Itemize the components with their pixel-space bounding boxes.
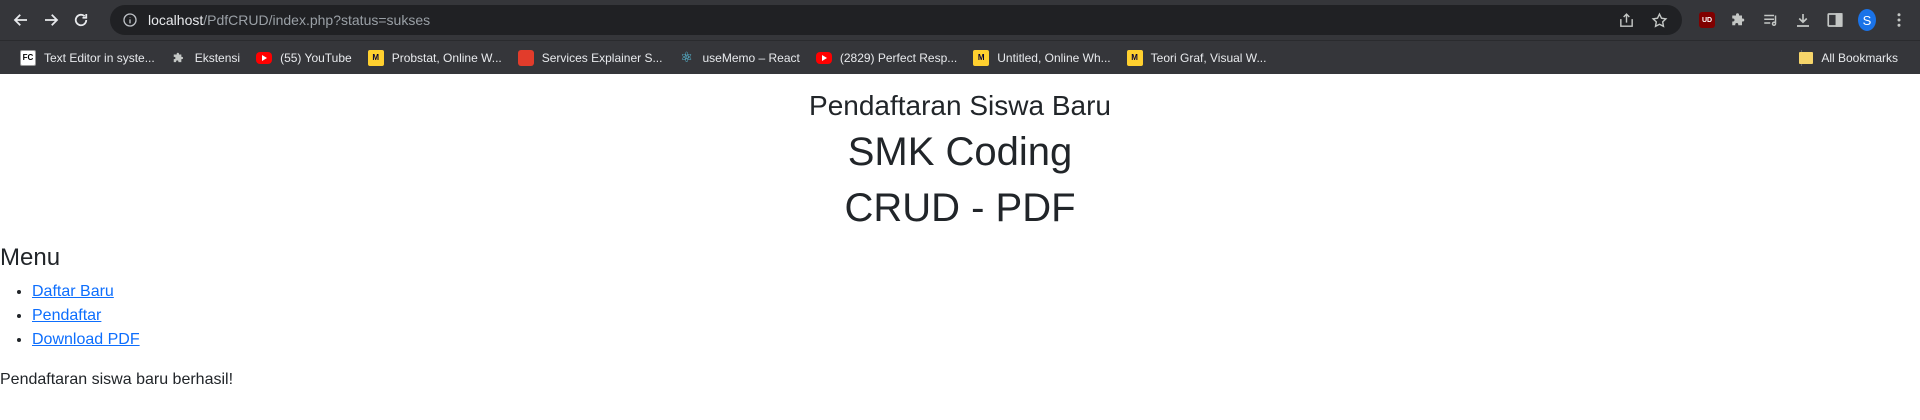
youtube-icon [815, 51, 832, 64]
list-item: Pendaftar [32, 304, 1920, 328]
bookmark-label: Text Editor in syste... [44, 50, 155, 65]
status-message: Pendaftaran siswa baru berhasil! [0, 371, 234, 388]
reload-icon [74, 13, 88, 27]
bookmark-label: (2829) Perfect Resp... [839, 50, 958, 65]
menu-heading: Menu [0, 244, 61, 271]
download-icon [1797, 14, 1809, 27]
bookmark-label: Ekstensi [194, 50, 241, 65]
menu-list: Daftar Baru Pendaftar Download PDF [0, 280, 1920, 352]
list-item: Daftar Baru [32, 280, 1920, 304]
extensions-area: UD S [1690, 0, 1920, 40]
back-button[interactable] [8, 7, 34, 33]
page-title: SMK Coding [847, 130, 1073, 174]
bookmark-item[interactable]: (55) YouTube [248, 45, 360, 71]
bookmarks-bar: FC Text Editor in syste... Ekstensi (55) … [0, 40, 1920, 74]
bookmark-label: Services Explainer S... [541, 50, 663, 65]
extensions-button[interactable] [1730, 11, 1748, 29]
bookmark-item[interactable]: (2829) Perfect Resp... [808, 45, 965, 71]
bookmark-label: Teori Graf, Visual W... [1150, 50, 1267, 65]
bookmark-item[interactable]: M Untitled, Online Wh... [965, 45, 1118, 71]
all-bookmarks-button[interactable]: All Bookmarks [1791, 45, 1906, 71]
page-content: Pendaftaran Siswa Baru SMK Coding CRUD -… [0, 88, 1920, 420]
side-panel-icon [1827, 13, 1843, 27]
daftar-baru-link[interactable]: Daftar Baru [32, 283, 114, 300]
miro-icon: M [973, 49, 990, 66]
miro-icon: M [1126, 49, 1143, 66]
bookmark-label: Probstat, Online W... [391, 50, 502, 65]
bookmark-item[interactable]: FC Text Editor in syste... [12, 45, 163, 71]
side-panel-button[interactable] [1826, 11, 1844, 29]
bookmark-label: Untitled, Online Wh... [997, 50, 1111, 65]
ublock-icon: UD [1699, 12, 1715, 28]
youtube-icon [256, 51, 273, 64]
browser-toolbar: localhost/PdfCRUD/index.php?status=sukse… [0, 0, 1920, 40]
profile-button[interactable]: S [1858, 9, 1876, 31]
page-subtitle: Pendaftaran Siswa Baru [809, 90, 1111, 121]
folder-icon [1799, 51, 1814, 64]
more-vert-icon [1897, 13, 1901, 27]
url-host: localhost [148, 12, 204, 28]
url-path: /PdfCRUD/index.php?status=sukses [203, 12, 431, 28]
list-item: Download PDF [32, 328, 1920, 352]
bookmark-item[interactable]: Ekstensi [163, 45, 248, 71]
bookmark-star-icon[interactable] [1651, 11, 1668, 29]
bookmark-item[interactable]: ⚛ useMemo – React [670, 45, 807, 71]
reload-button[interactable] [68, 7, 94, 33]
bookmark-item[interactable]: Services Explainer S... [510, 45, 671, 71]
downloads-button[interactable] [1794, 11, 1812, 29]
forward-button[interactable] [38, 7, 64, 33]
ublock-extension-button[interactable]: UD [1698, 11, 1716, 29]
nav-controls [8, 7, 94, 33]
fc-favicon-icon: FC [20, 49, 36, 66]
bookmark-item[interactable]: M Probstat, Online W... [360, 45, 510, 71]
miro-icon: M [367, 49, 384, 66]
header: Pendaftaran Siswa Baru SMK Coding CRUD -… [0, 88, 1920, 234]
react-icon: ⚛ [680, 49, 693, 65]
bookmark-label: (55) YouTube [280, 50, 352, 65]
puzzle-icon [1732, 13, 1745, 26]
avatar: S [1858, 9, 1876, 31]
puzzle-icon [171, 50, 187, 66]
url-text: localhost/PdfCRUD/index.php?status=sukse… [148, 12, 430, 28]
share-icon[interactable] [1618, 12, 1635, 29]
bookmark-item[interactable]: M Teori Graf, Visual W... [1119, 45, 1275, 71]
pendaftar-link[interactable]: Pendaftar [32, 307, 101, 324]
media-control-button[interactable] [1762, 11, 1780, 29]
all-bookmarks-label: All Bookmarks [1821, 50, 1898, 65]
menu-button[interactable] [1890, 11, 1908, 29]
address-bar[interactable]: localhost/PdfCRUD/index.php?status=sukse… [110, 5, 1682, 35]
playlist-icon [1764, 14, 1777, 26]
page-title-secondary: CRUD - PDF [844, 186, 1076, 230]
aws-icon [517, 49, 534, 66]
download-pdf-link[interactable]: Download PDF [32, 331, 140, 348]
arrow-right-icon [45, 14, 59, 26]
arrow-left-icon [13, 14, 27, 26]
site-info-icon[interactable] [122, 12, 138, 28]
bookmark-label: useMemo – React [702, 50, 800, 65]
